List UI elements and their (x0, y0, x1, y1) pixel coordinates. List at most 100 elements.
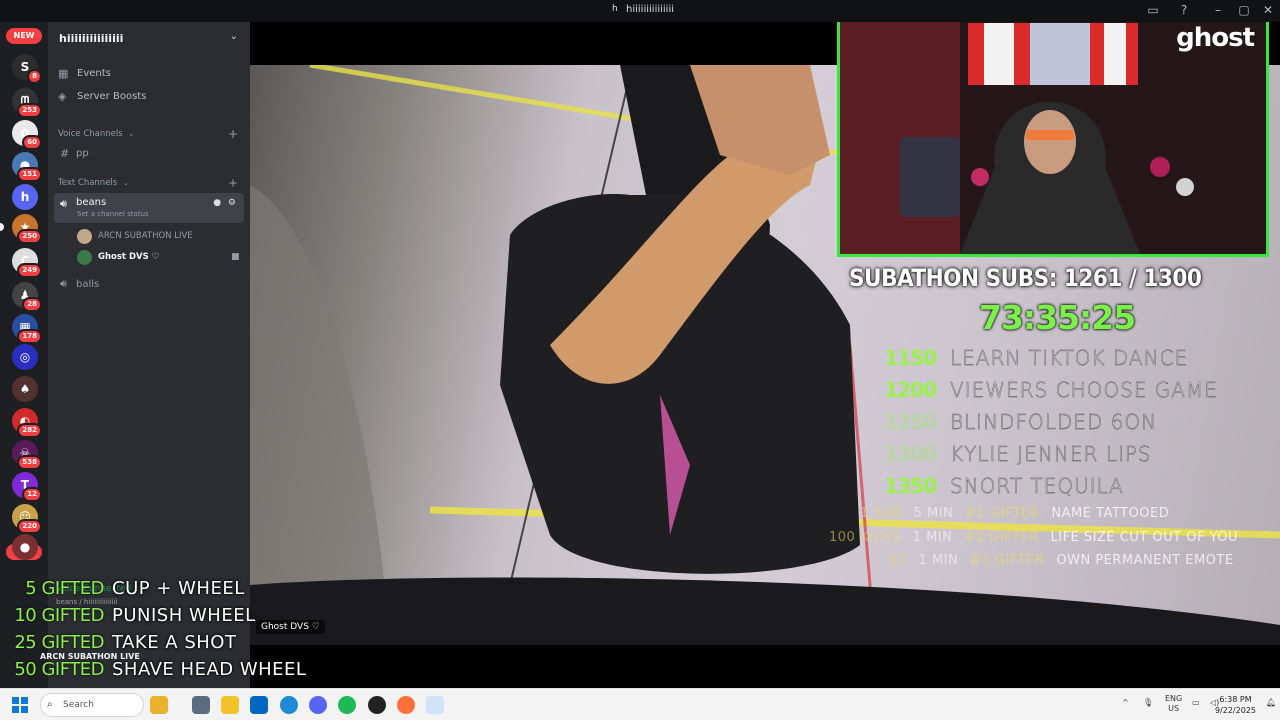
widgets-icon[interactable] (150, 696, 168, 714)
notification-icon[interactable]: 🔔︎ (1266, 698, 1276, 707)
goal-number: 1350 (884, 474, 937, 498)
voice-category[interactable]: Voice Channels ⌄ + (58, 127, 238, 141)
firefox-icon[interactable] (397, 696, 415, 714)
donor-cell: NAME TATTOOED (1051, 506, 1170, 521)
donor-cell: #1 GIFTER (965, 506, 1040, 521)
hash-icon: # (60, 146, 70, 160)
subs-title: SUBATHON SUBS: 1261 / 1300 (849, 264, 1202, 292)
speaker-icon: 🔊︎ (60, 197, 67, 210)
channel-status[interactable]: Set a channel status (77, 210, 149, 218)
server-icon[interactable]: ♠ (12, 376, 38, 402)
server-icon[interactable]: ◐ 282 (12, 408, 42, 438)
text-category[interactable]: Text Channels ⌄ + (58, 176, 238, 190)
edge-icon[interactable] (280, 696, 298, 714)
avatar (77, 249, 92, 265)
server-icon[interactable]: T 12 (12, 472, 42, 502)
events-item[interactable]: ▦ Events (58, 64, 111, 82)
settings-icon[interactable] (192, 696, 210, 714)
server-icon[interactable]: h (12, 184, 38, 210)
language-indicator[interactable]: ENG US (1165, 694, 1182, 714)
spotify-icon[interactable] (338, 696, 356, 714)
goal-label: LEARN TIKTOK DANCE (950, 346, 1189, 371)
add-voice-channel-icon[interactable]: + (228, 127, 238, 141)
chevron-down-icon: ⌄ (122, 179, 129, 187)
goal-row: 1150 LEARN TIKTOK DANCE (860, 344, 1188, 372)
mic-icon[interactable]: 🎙︎ (1143, 698, 1153, 707)
camera-icon: ■ (231, 252, 240, 262)
streamer-label: Ghost DVS ♡ (256, 620, 325, 634)
goal-label: BLINDFOLDED 6ON (950, 410, 1158, 435)
guild-header[interactable]: hiiiiiiiiiiiiiii ⌄ (48, 22, 250, 52)
server-boosts-item[interactable]: ◈ Server Boosts (58, 87, 146, 105)
gift-row: 50 GIFTED SHAVE HEAD WHEEL (0, 656, 306, 682)
gift-row: 25 GIFTED TAKE A SHOT (0, 629, 236, 655)
mention-badge: 60 (22, 135, 42, 150)
voice-category-label: Voice Channels (58, 129, 123, 139)
title-channel-tag: h (612, 4, 618, 14)
goal-label: SNORT TEQUILA (950, 474, 1124, 499)
search-placeholder: Search (63, 700, 94, 710)
server-glyph: ♠ (19, 382, 31, 396)
file-explorer-icon[interactable] (221, 696, 239, 714)
cam-logo: ghost (1176, 23, 1255, 53)
discord-icon[interactable] (309, 696, 327, 714)
voice-user[interactable]: Ghost DVS ♡ ■ (77, 248, 240, 266)
taskbar-search[interactable]: ⌕ Search (40, 693, 144, 717)
help-icon[interactable]: ? (1176, 3, 1192, 19)
speaker-icon: 🔊︎ (60, 277, 67, 290)
server-icon[interactable]: C 249 (12, 248, 42, 278)
subathon-timer: 73:35:25 (979, 298, 1136, 337)
channel-beans[interactable]: 🔊︎ beans Set a channel status ● ⚙ (54, 193, 244, 223)
inbox-icon[interactable]: ▭ (1145, 3, 1161, 19)
boost-icon: ◈ (58, 89, 67, 103)
server-icon[interactable]: ☺ 220 (12, 504, 42, 534)
chevron-down-icon: ⌄ (128, 130, 135, 138)
server-icon[interactable]: ◎ (12, 344, 38, 370)
mention-badge: 12 (22, 487, 42, 502)
server-icon[interactable]: ▦ 178 (12, 314, 42, 344)
channel-tools-icons[interactable]: ● ⚙ (213, 198, 238, 208)
server-icon[interactable]: ● (12, 534, 38, 560)
channel-balls[interactable]: 🔊︎ balls (54, 273, 244, 295)
goal-number: 1200 (884, 378, 937, 402)
goal-row: 1250 BLINDFOLDED 6ON (860, 408, 1157, 436)
channel-pp[interactable]: # pp (54, 142, 244, 164)
mention-badge: 28 (22, 297, 42, 312)
server-icon[interactable]: ✿ 60 (12, 120, 42, 150)
server-icon[interactable]: S8 (12, 54, 42, 84)
network-icon[interactable]: ▭ (1192, 698, 1200, 707)
obs-icon[interactable] (368, 696, 386, 714)
webcam-frame: ghost (837, 22, 1269, 257)
add-text-channel-icon[interactable]: + (228, 176, 238, 190)
server-icon[interactable]: ᗰ 253 (12, 88, 42, 118)
server-icon[interactable]: ♟ 28 (12, 282, 42, 312)
text-category-label: Text Channels (58, 178, 118, 188)
store-icon[interactable] (250, 696, 268, 714)
windows-start-icon[interactable] (12, 697, 28, 713)
channel-balls-label: balls (76, 278, 100, 290)
app-icon[interactable] (426, 696, 444, 714)
gift-reward: PUNISH WHEEL (112, 604, 256, 626)
maximize-icon[interactable]: ▢ (1236, 3, 1252, 19)
server-icon[interactable]: ● 151 (12, 152, 42, 182)
channel-pp-label: pp (76, 147, 89, 159)
close-icon[interactable]: ✕ (1260, 3, 1276, 19)
mention-badge: 220 (17, 519, 42, 534)
gift-row: 10 GIFTED PUNISH WHEEL (0, 602, 256, 628)
server-icon[interactable]: ★ 250 (12, 214, 42, 244)
lang-top: ENG (1165, 694, 1183, 703)
minimize-icon[interactable]: – (1210, 3, 1226, 19)
webcam-scene (840, 22, 1266, 254)
new-pill-top[interactable]: NEW (6, 28, 42, 44)
lang-bottom: US (1168, 704, 1180, 713)
voice-user[interactable]: ARCN SUBATHON LIVE (77, 227, 193, 245)
chevron-up-icon[interactable]: ^ (1122, 698, 1129, 707)
server-icon[interactable]: ☠ 538 (12, 440, 42, 470)
system-clock[interactable]: 6:38 PM 9/22/2025 (1215, 694, 1256, 716)
donor-cell: 5 MIN (913, 506, 954, 521)
donor-cell: OWN PERMANENT EMOTE (1056, 553, 1234, 568)
donor-cell: 1 MIN (918, 553, 959, 568)
donor-cell: 1 MIN (912, 530, 953, 545)
server-glyph: h (20, 190, 30, 204)
clock-date: 9/22/2025 (1214, 706, 1256, 715)
